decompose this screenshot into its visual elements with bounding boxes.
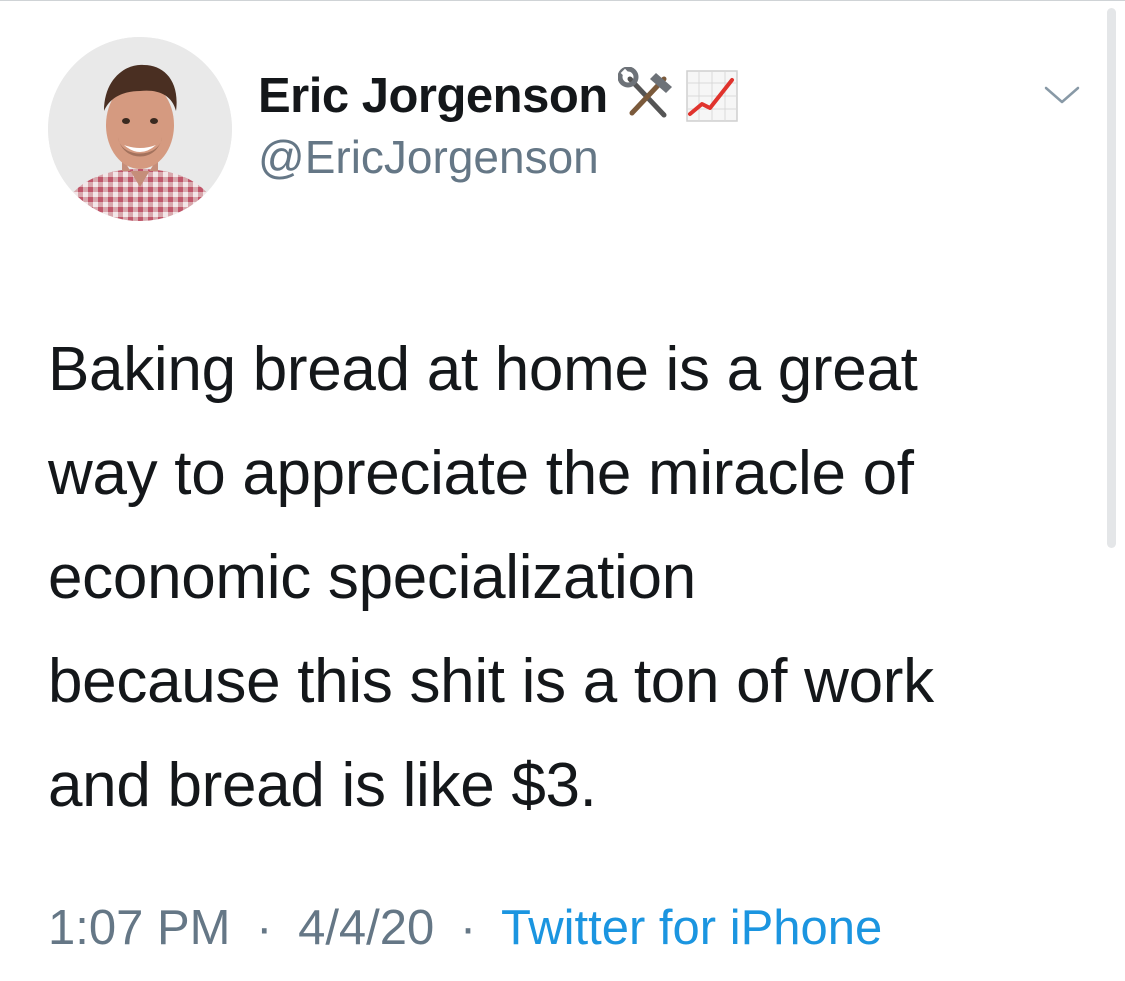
scrollbar[interactable] [1107,8,1116,548]
tweet-date[interactable]: 4/4/20 [298,901,434,955]
display-name[interactable]: Eric Jorgenson [258,68,608,124]
meta-separator: · [459,901,477,955]
author-header: Eric Jorgenson @EricJorgenson [258,64,738,184]
tweet-meta: 1:07 PM · 4/4/20 · Twitter for iPhone [48,896,882,960]
user-handle[interactable]: @EricJorgenson [258,130,738,184]
tweet-line: way to appreciate the miracle of [48,439,914,508]
avatar-photo [48,37,232,221]
tweet-time[interactable]: 1:07 PM [48,901,230,955]
chevron-down-icon[interactable] [1042,82,1082,108]
tweet-line: economic specialization [48,543,696,612]
meta-separator: · [256,901,273,955]
tweet-line: Baking bread at home is a great [48,335,918,404]
chart-increasing-icon [685,70,738,122]
tweet-line: and bread is like $3. [48,751,597,820]
tweet-line: because this shit is a ton of work [48,647,934,716]
avatar[interactable] [48,37,232,221]
tweet-source-link[interactable]: Twitter for iPhone [501,901,882,955]
tweet-text: Baking bread at home is a great way to a… [48,318,1088,838]
top-divider [0,0,1125,1]
name-row: Eric Jorgenson [258,64,738,128]
hammer-and-wrench-icon [617,67,676,125]
